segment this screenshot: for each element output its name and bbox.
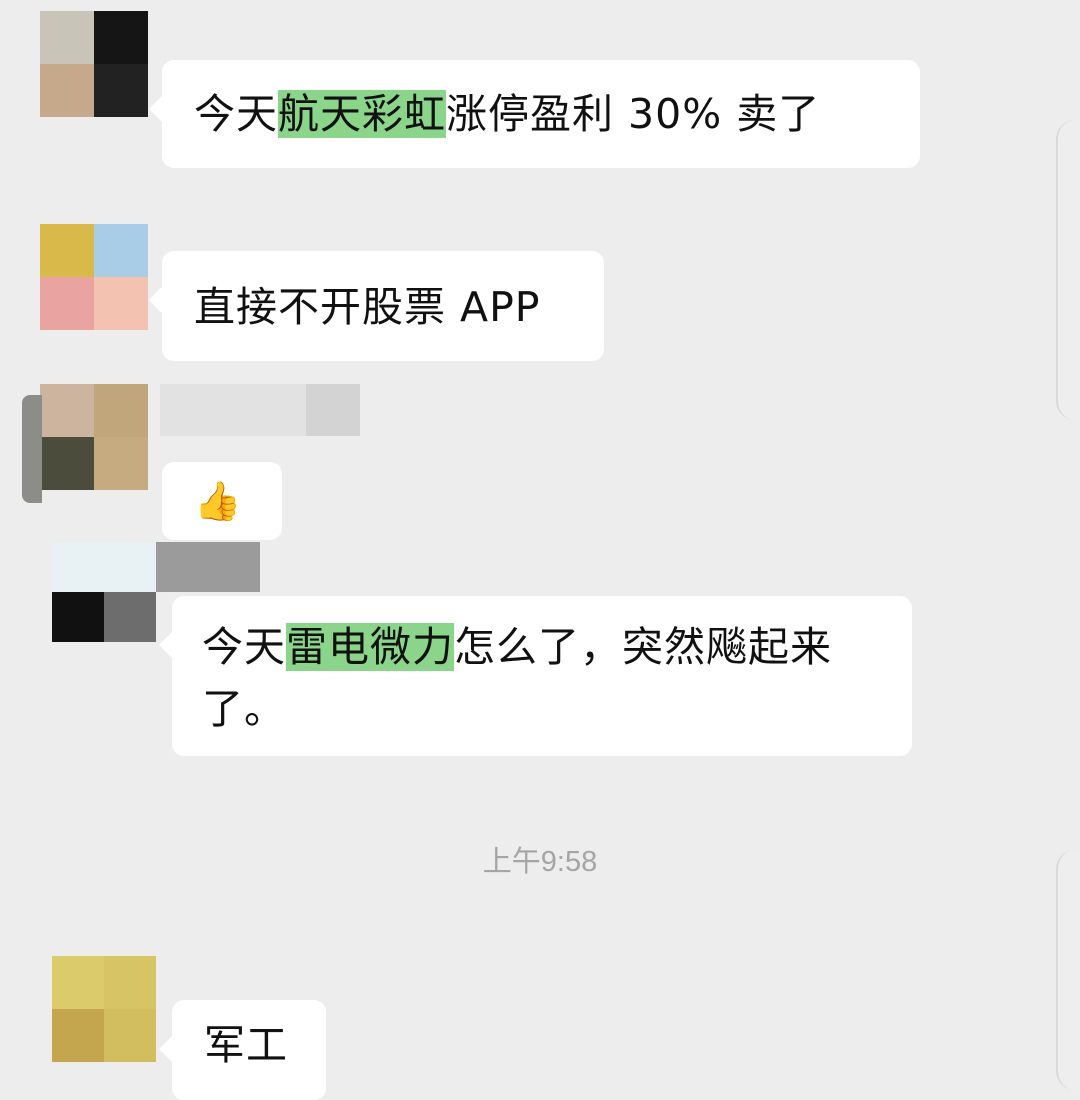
timestamp: 上午9:58 bbox=[482, 846, 598, 878]
message-text: 涨停盈利 30% 卖了 bbox=[446, 90, 821, 138]
message-bubble[interactable]: 今天雷电微力怎么了，突然飚起来 了。 bbox=[159, 596, 912, 756]
stock-name-highlight: 航天彩虹 bbox=[278, 90, 446, 138]
side-panel-edge bbox=[1056, 120, 1080, 420]
message-text: 怎么了，突然飚起来 bbox=[454, 623, 832, 671]
message-bubble[interactable]: 👍 bbox=[162, 462, 282, 540]
message-text: 军工 bbox=[204, 1021, 288, 1069]
avatar-edge bbox=[22, 395, 42, 503]
message-text: 了。 bbox=[202, 685, 286, 733]
message-text: 直接不开股票 APP bbox=[194, 283, 541, 331]
avatar[interactable] bbox=[52, 592, 156, 642]
blurred-username bbox=[156, 542, 260, 592]
blurred-username bbox=[306, 384, 360, 436]
message-bubble[interactable]: 今天航天彩虹涨停盈利 30% 卖了 bbox=[149, 60, 920, 168]
avatar[interactable] bbox=[52, 956, 156, 1062]
thumbs-up-icon: 👍 bbox=[194, 479, 243, 523]
stock-name-highlight: 雷电微力 bbox=[286, 623, 454, 671]
message-bubble[interactable]: 军工 bbox=[159, 1000, 326, 1100]
avatar[interactable] bbox=[40, 11, 148, 117]
message-bubble[interactable]: 直接不开股票 APP bbox=[149, 251, 604, 361]
message-text: 今天 bbox=[202, 623, 286, 671]
avatar[interactable] bbox=[40, 224, 148, 330]
avatar[interactable] bbox=[40, 384, 148, 490]
side-panel-edge bbox=[1056, 850, 1080, 1090]
message-text: 今天 bbox=[194, 90, 278, 138]
blurred-username bbox=[52, 542, 156, 592]
